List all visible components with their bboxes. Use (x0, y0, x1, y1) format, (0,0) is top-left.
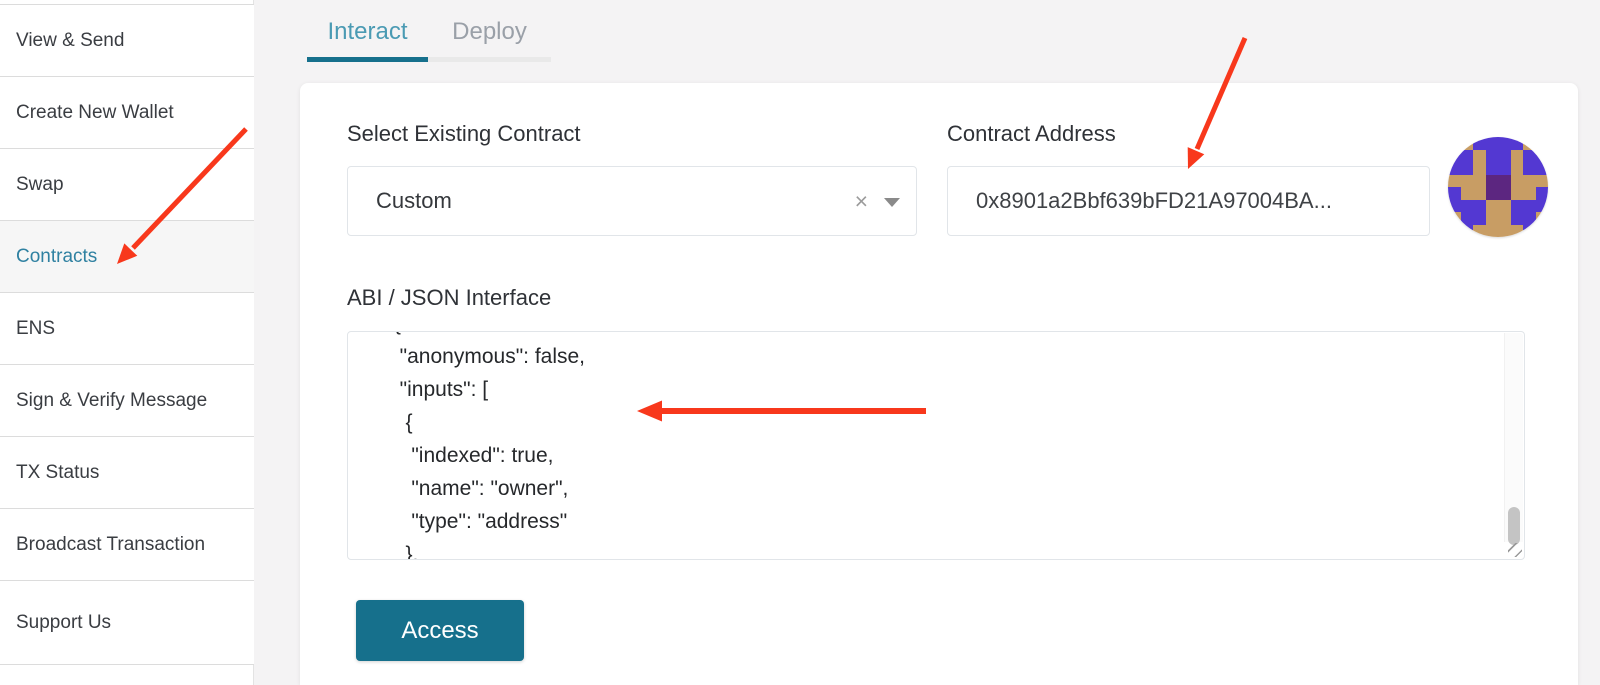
sidebar-item-swap[interactable]: Swap (0, 149, 254, 221)
scrollbar-track[interactable] (1504, 333, 1523, 542)
existing-contract-select[interactable]: Custom × (347, 166, 917, 236)
identicon-grid (1448, 137, 1548, 237)
contracts-page: View & Send Create New Wallet Swap Contr… (0, 0, 1600, 685)
contract-address-label: Contract Address (947, 121, 1116, 147)
sidebar-item-view-send[interactable]: View & Send (0, 5, 254, 77)
sidebar-item-sign-verify-message[interactable]: Sign & Verify Message (0, 365, 254, 437)
sidebar-item-support-us[interactable]: Support Us (0, 581, 254, 665)
sidebar: View & Send Create New Wallet Swap Contr… (0, 0, 254, 685)
chevron-down-icon[interactable] (884, 198, 900, 207)
scrollbar-thumb[interactable] (1508, 507, 1520, 545)
abi-json-textarea[interactable]: { "anonymous": false, "inputs": [ { "ind… (347, 331, 1525, 560)
clear-icon[interactable]: × (855, 167, 868, 235)
contract-identicon (1448, 137, 1548, 237)
abi-json-content: { "anonymous": false, "inputs": [ { "ind… (348, 331, 1524, 560)
tab-interact[interactable]: Interact (307, 6, 428, 62)
sidebar-item-ens[interactable]: ENS (0, 293, 254, 365)
sidebar-nav: View & Send Create New Wallet Swap Contr… (0, 4, 254, 665)
sidebar-item-broadcast-transaction[interactable]: Broadcast Transaction (0, 509, 254, 581)
access-button[interactable]: Access (356, 600, 524, 661)
tab-deploy[interactable]: Deploy (428, 6, 551, 62)
contract-tabs: Interact Deploy (307, 6, 551, 62)
select-existing-contract-label: Select Existing Contract (347, 121, 581, 147)
resize-grip-icon[interactable] (1508, 543, 1522, 557)
sidebar-item-contracts[interactable]: Contracts (0, 221, 254, 293)
sidebar-item-tx-status[interactable]: TX Status (0, 437, 254, 509)
contract-address-input[interactable] (947, 166, 1430, 236)
abi-json-interface-label: ABI / JSON Interface (347, 285, 551, 311)
interact-panel: Select Existing Contract Contract Addres… (300, 83, 1578, 685)
sidebar-item-create-new-wallet[interactable]: Create New Wallet (0, 77, 254, 149)
existing-contract-select-value: Custom (376, 167, 452, 235)
